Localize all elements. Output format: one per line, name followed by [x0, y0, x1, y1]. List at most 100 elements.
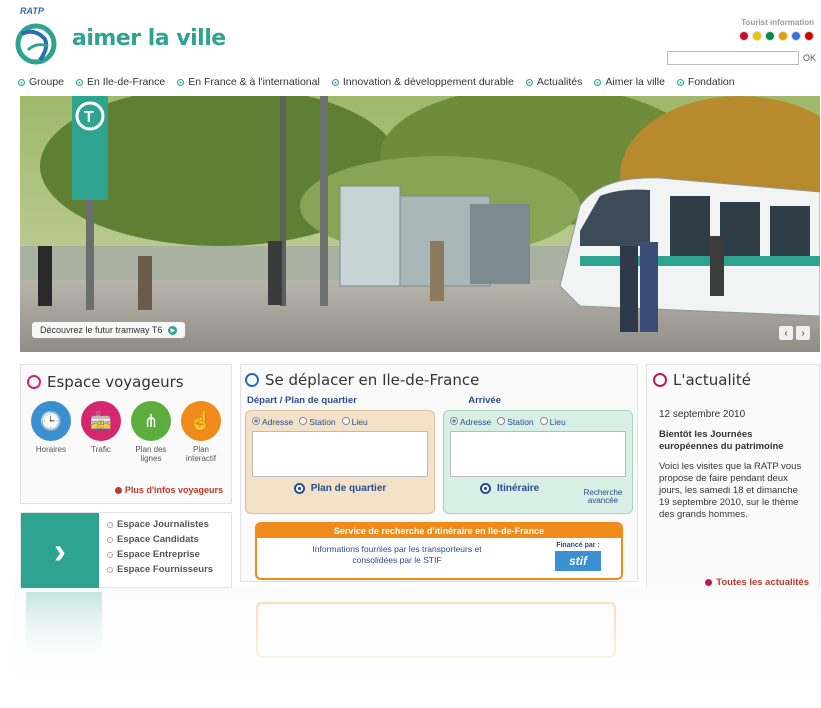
- espace-fournisseurs-link[interactable]: Espace Fournisseurs: [107, 564, 213, 575]
- nav-bullet-icon: [594, 78, 602, 86]
- language-flag-icon[interactable]: [765, 31, 775, 41]
- stif-financed-label: Financé par :: [556, 542, 600, 549]
- nav-item-international[interactable]: En France & à l'international: [177, 76, 320, 88]
- bullet-icon: [107, 536, 113, 543]
- espace-voyageurs-panel: Espace voyageurs 🕒 Horaires 🚋 Trafic ⋔ P…: [20, 364, 232, 588]
- ratp-logo[interactable]: RATP aimer la ville: [14, 6, 234, 76]
- carousel-next-icon[interactable]: ›: [796, 326, 810, 340]
- nav-bullet-icon: [76, 78, 84, 86]
- radio-selected-icon: [252, 417, 260, 425]
- nav-item-innovation[interactable]: Innovation & développement durable: [331, 76, 514, 88]
- map-lines-icon: ⋔: [131, 401, 171, 441]
- stif-financed: Financé par : stif: [555, 542, 601, 571]
- tourist-label: Tourist information: [741, 18, 814, 27]
- language-flag-icon[interactable]: [804, 31, 814, 41]
- reflection-fade: [14, 588, 820, 708]
- espaces-links: Espace Journalistes Espace Candidats Esp…: [107, 519, 213, 579]
- language-flag-icon[interactable]: [778, 31, 788, 41]
- arrivee-radio-lieu[interactable]: Lieu: [539, 417, 566, 427]
- stif-header: Service de recherche d'itinéraire en Ile…: [257, 524, 621, 538]
- voyageurs-icons: 🕒 Horaires 🚋 Trafic ⋔ Plan des lignes ☝ …: [27, 401, 225, 463]
- news-item: 12 septembre 2010 Bientôt les Journées e…: [647, 389, 819, 527]
- nav-item-groupe[interactable]: Groupe: [18, 76, 64, 88]
- toutes-actualites-link[interactable]: Toutes les actualités: [705, 577, 809, 588]
- arrivee-radio-station[interactable]: Station: [497, 417, 534, 427]
- language-flag-icon[interactable]: [739, 31, 749, 41]
- nav-item-fondation[interactable]: Fondation: [676, 76, 735, 88]
- espace-entreprise-link[interactable]: Espace Entreprise: [107, 549, 213, 560]
- tram-icon: 🚋: [81, 401, 121, 441]
- section-ring-icon: [245, 373, 259, 387]
- red-bullet-icon: [114, 486, 122, 494]
- news-body: Voici les visites que la RATP vous propo…: [659, 461, 802, 520]
- ratp-brand-text: RATP: [20, 6, 44, 16]
- actualite-title: L'actualité: [647, 365, 819, 389]
- language-flag-icon[interactable]: [752, 31, 762, 41]
- bullet-icon: [107, 551, 113, 558]
- route-subheads: Départ / Plan de quartier Arrivée: [241, 393, 637, 406]
- radio-selected-icon: [450, 417, 458, 425]
- search-ok-button[interactable]: OK: [803, 53, 816, 63]
- button-ring-icon: [480, 483, 491, 494]
- arrivee-label: Arrivée: [468, 395, 501, 406]
- depart-radio-lieu[interactable]: Lieu: [341, 417, 368, 427]
- depart-input[interactable]: [252, 431, 428, 477]
- horaires-link[interactable]: 🕒 Horaires: [27, 401, 75, 463]
- plan-des-lignes-link[interactable]: ⋔ Plan des lignes: [127, 401, 175, 463]
- button-ring-icon: [293, 483, 305, 494]
- se-deplacer-panel: Se déplacer en Ile-de-France Départ / Pl…: [240, 364, 638, 582]
- section-ring-icon: [653, 373, 667, 387]
- radio-icon: [539, 417, 548, 425]
- plan-interactif-link[interactable]: ☝ Plan interactif: [177, 401, 225, 463]
- search-bar: OK: [666, 51, 816, 65]
- nav-bullet-icon: [525, 78, 533, 86]
- chevron-right-icon[interactable]: ›: [21, 513, 99, 588]
- depart-radio-adresse[interactable]: Adresse: [252, 417, 293, 427]
- clock-icon: 🕒: [31, 401, 71, 441]
- recherche-avancee-text: Recherche avancée: [583, 488, 623, 505]
- plus-infos-voyageurs-link[interactable]: Plus d'infos voyageurs: [114, 485, 223, 495]
- hero-caption-text: Découvrez le futur tramway T6: [40, 325, 163, 335]
- nav-item-ile-de-france[interactable]: En Ile-de-France: [76, 76, 165, 88]
- stif-text: Informations fournies par les transporte…: [312, 544, 482, 565]
- stif-banner[interactable]: Service de recherche d'itinéraire en Ile…: [255, 522, 623, 580]
- depart-radio-station[interactable]: Station: [299, 417, 336, 427]
- tramway-illustration: T: [20, 96, 820, 352]
- arrivee-input[interactable]: [450, 431, 626, 477]
- plan-de-quartier-button[interactable]: Plan de quartier: [252, 483, 428, 494]
- ratp-swirl-logo-icon: [15, 23, 57, 65]
- nav-bullet-icon: [676, 78, 684, 86]
- depart-form: Adresse Station Lieu Plan de quartier: [245, 410, 435, 514]
- search-input[interactable]: [666, 51, 799, 65]
- voyageurs-title: Espace voyageurs: [27, 373, 225, 391]
- arrivee-form: Adresse Station Lieu Itinéraire Recherch…: [443, 410, 633, 514]
- arrivee-radio-adresse[interactable]: Adresse: [450, 417, 491, 427]
- route-forms: Adresse Station Lieu Plan de quartier Ad…: [241, 410, 637, 514]
- tourist-information: Tourist information: [654, 18, 814, 41]
- language-flag-icon[interactable]: [791, 31, 801, 41]
- recherche-avancee-link[interactable]: Recherche avancée: [580, 489, 626, 505]
- nav-bullet-icon: [18, 78, 25, 86]
- logo-text: aimer la ville: [72, 26, 226, 51]
- nav-item-aimer-la-ville[interactable]: Aimer la ville: [594, 76, 665, 88]
- trafic-link[interactable]: 🚋 Trafic: [77, 401, 125, 463]
- depart-radio-group: Adresse Station Lieu: [252, 417, 428, 427]
- nav-item-actualites[interactable]: Actualités: [525, 76, 582, 88]
- carousel-prev-icon[interactable]: ‹: [779, 326, 793, 340]
- radio-icon: [341, 417, 350, 425]
- hand-pointer-icon: ☝: [181, 401, 221, 441]
- actualite-panel: L'actualité 12 septembre 2010 Bientôt le…: [646, 364, 820, 588]
- hero-caption-link[interactable]: Découvrez le futur tramway T6 ▶: [32, 322, 186, 338]
- radio-icon: [299, 417, 308, 425]
- news-date: 12 septembre 2010: [659, 409, 746, 420]
- arrivee-radio-group: Adresse Station Lieu: [450, 417, 626, 427]
- voyageurs-box: Espace voyageurs 🕒 Horaires 🚋 Trafic ⋔ P…: [20, 364, 232, 504]
- hero-banner[interactable]: T Découvrez le futur tramway T6 ▶ ‹ ›: [20, 96, 820, 352]
- nav-bullet-icon: [331, 78, 339, 86]
- news-headline[interactable]: Bientôt les Journées européennes du patr…: [659, 429, 807, 453]
- espace-candidats-link[interactable]: Espace Candidats: [107, 534, 213, 545]
- bullet-icon: [107, 521, 113, 528]
- espace-journalistes-link[interactable]: Espace Journalistes: [107, 519, 213, 530]
- section-ring-icon: [27, 375, 41, 389]
- se-deplacer-title: Se déplacer en Ile-de-France: [241, 365, 637, 389]
